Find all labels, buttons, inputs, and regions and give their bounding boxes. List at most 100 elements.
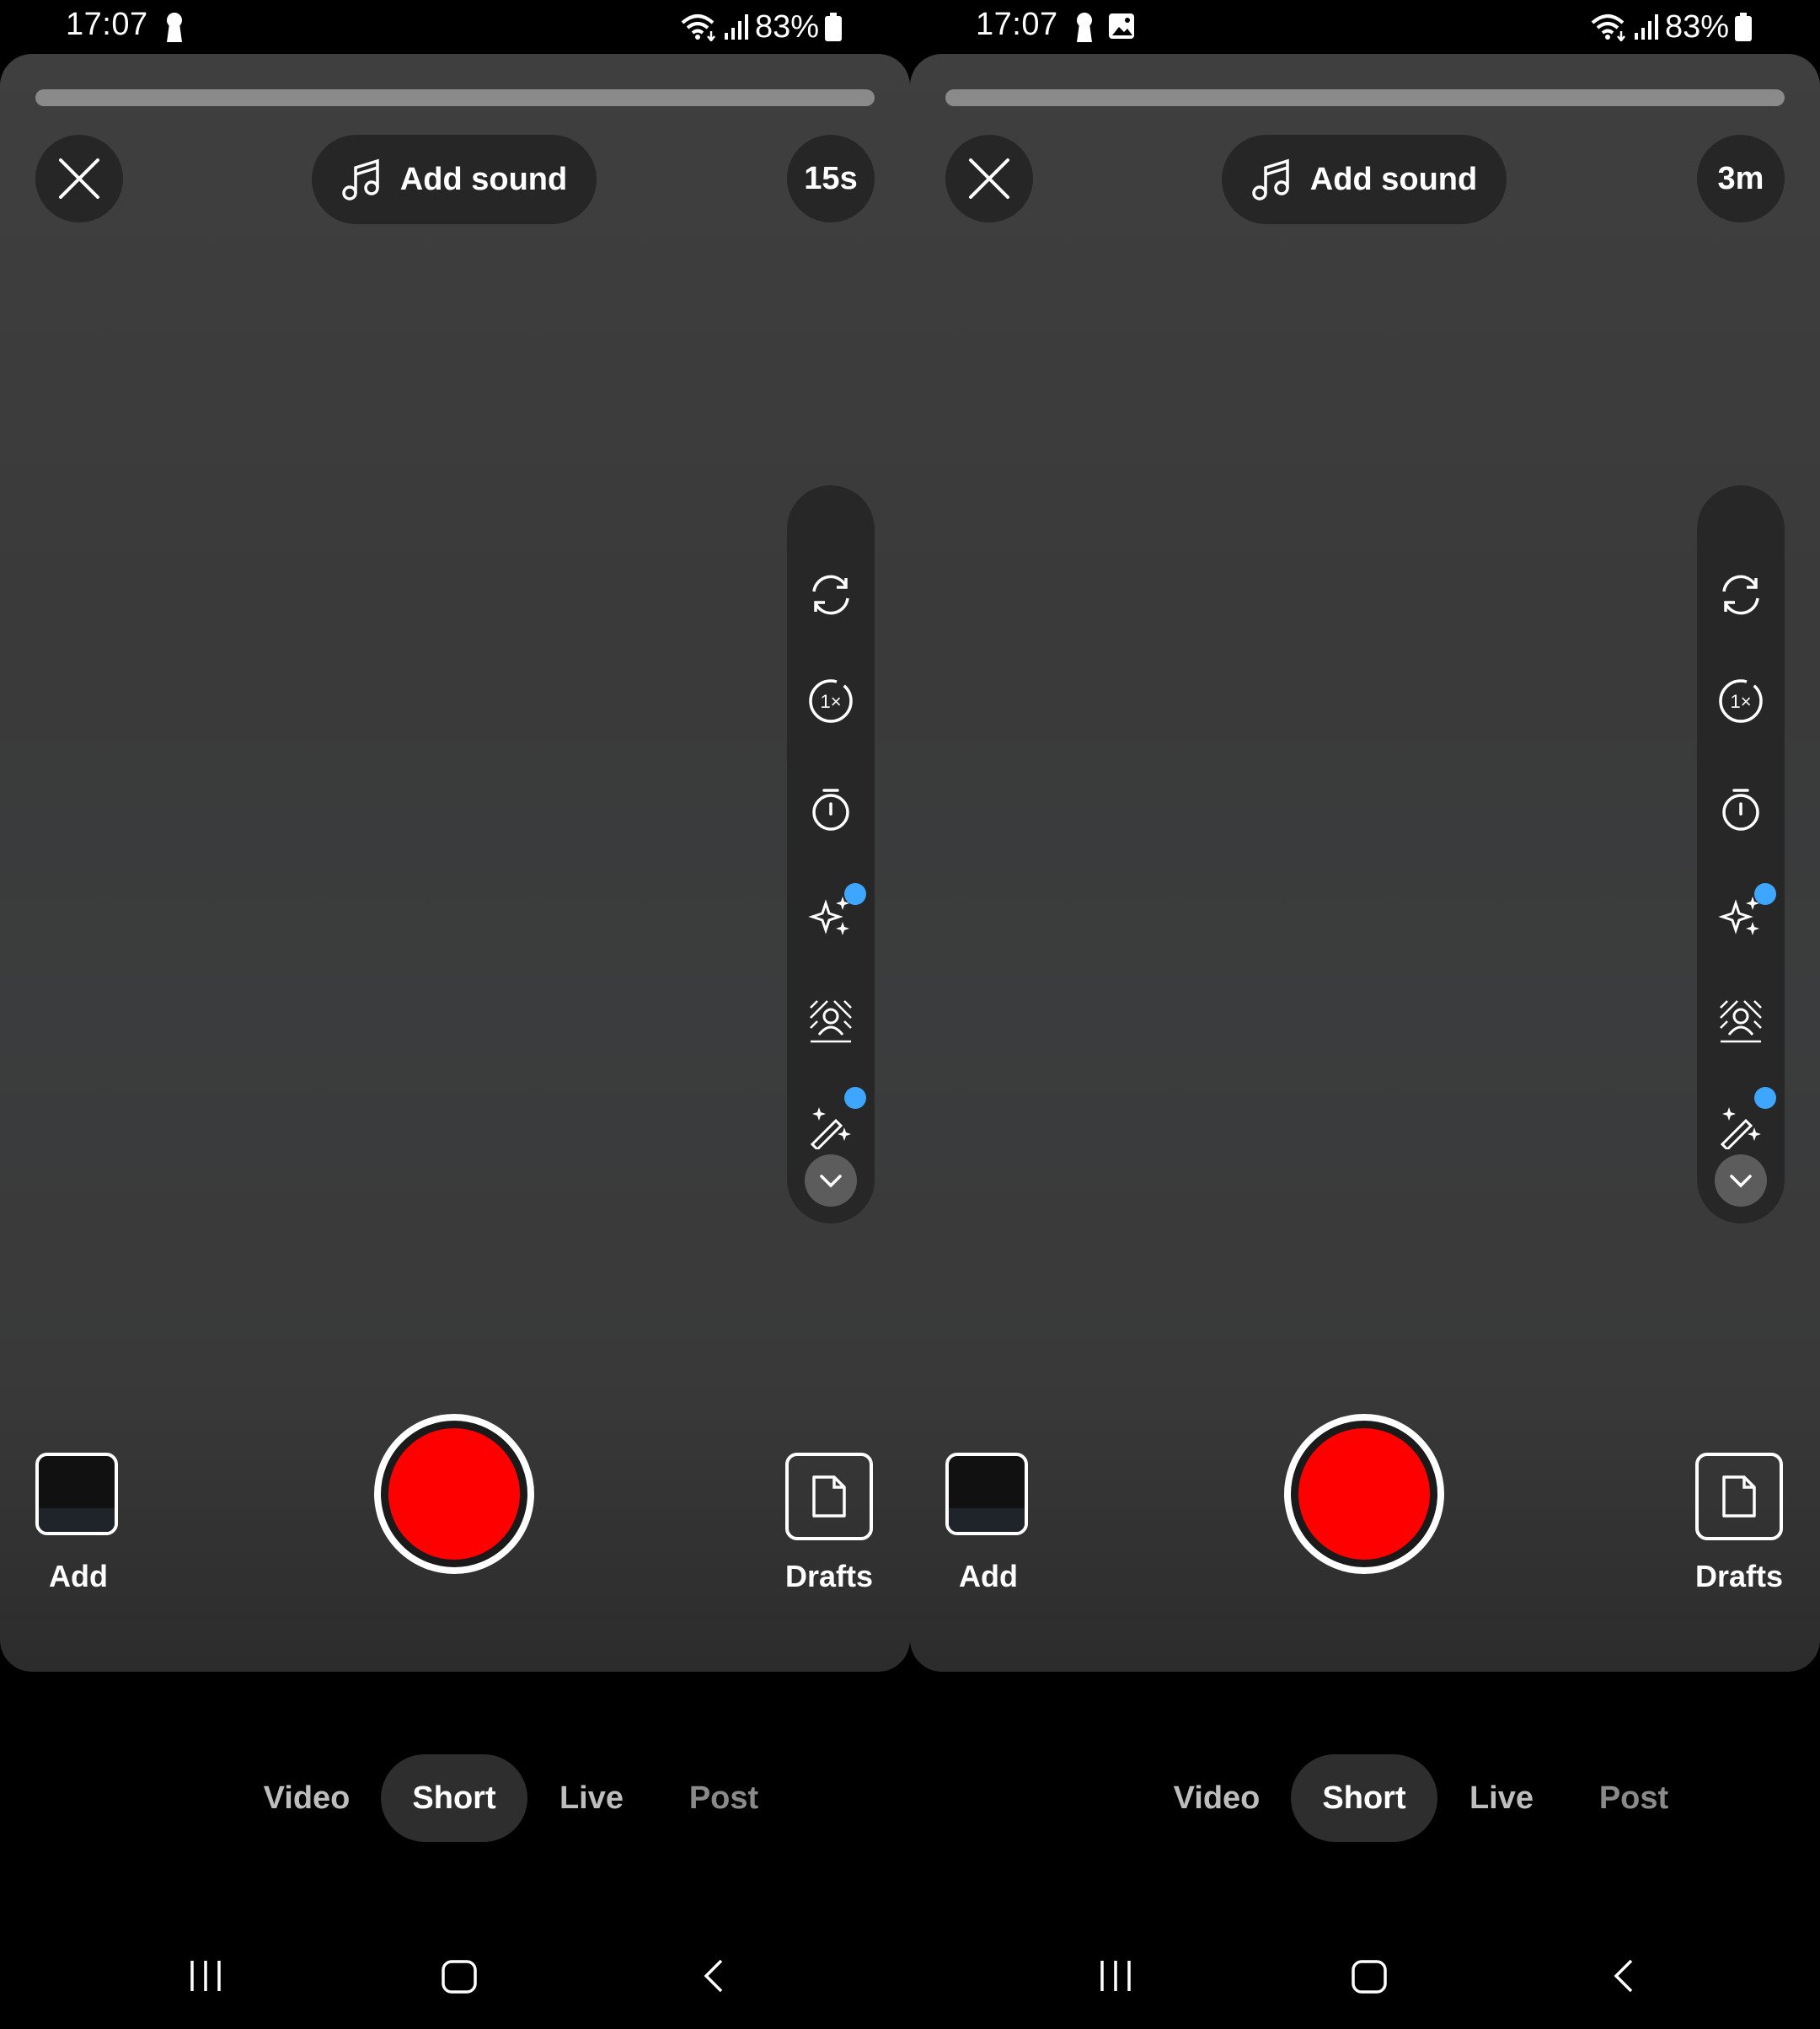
flip-camera-button[interactable] [1697, 561, 1785, 629]
collapse-tools-button[interactable] [805, 1154, 857, 1207]
green-screen-button[interactable] [787, 988, 875, 1055]
close-icon [969, 158, 1009, 199]
mode-post[interactable]: Post [1584, 1754, 1684, 1842]
mode-selector: Video Short Live Post [910, 1754, 1820, 1842]
gallery-thumbnail [949, 1508, 1025, 1532]
document-icon [1722, 1475, 1756, 1518]
document-icon [812, 1475, 846, 1518]
retouch-icon [810, 1107, 851, 1149]
record-indicator [388, 1428, 520, 1560]
mode-short[interactable]: Short [1291, 1754, 1437, 1842]
flip-camera-button[interactable] [787, 561, 875, 629]
wifi-icon [1591, 14, 1625, 41]
drafts-button[interactable] [1695, 1453, 1783, 1540]
status-time: 17:07 [976, 7, 1058, 42]
drafts-label: Drafts [784, 1559, 874, 1593]
record-button[interactable] [374, 1414, 534, 1574]
keyhole-notification-icon [167, 13, 182, 42]
status-right: 83% [1591, 7, 1753, 47]
system-navigation-bar [910, 1946, 1820, 2005]
home-icon [442, 1960, 477, 1994]
new-badge-dot [844, 1087, 866, 1109]
mode-short[interactable]: Short [381, 1754, 527, 1842]
chevron-down-icon [820, 1175, 842, 1188]
phone-screen-right: 17:07 83% Add sound 3m 1× Add Drafts Vid… [910, 0, 1820, 2029]
music-note-icon [342, 158, 379, 201]
green-screen-button[interactable] [1697, 988, 1785, 1055]
mode-selector: Video Short Live Post [0, 1754, 910, 1842]
duration-label: 3m [1717, 160, 1764, 196]
close-icon [59, 158, 99, 199]
back-icon [704, 1959, 723, 1993]
green-screen-icon [1720, 1000, 1762, 1043]
speed-button[interactable]: 1× [787, 667, 875, 735]
speed-button[interactable]: 1× [1697, 667, 1785, 735]
mode-video[interactable]: Video [1159, 1754, 1274, 1842]
recents-icon [1100, 1961, 1131, 1991]
duration-button[interactable]: 3m [1697, 135, 1785, 222]
svg-text:1×: 1× [820, 691, 841, 712]
status-time: 17:07 [66, 7, 148, 42]
recents-button[interactable] [172, 1946, 239, 2005]
speed-icon: 1× [1719, 679, 1763, 723]
phone-screen-left: 17:07 83% Add sound 15s 1× Add Drafts Vi… [0, 0, 910, 2029]
recents-icon [190, 1961, 221, 1991]
home-button[interactable] [426, 1946, 493, 2005]
mode-live[interactable]: Live [548, 1754, 635, 1842]
battery-icon [1735, 13, 1752, 41]
status-bar: 17:07 83% [0, 0, 910, 54]
duration-label: 15s [804, 160, 858, 196]
back-icon [1614, 1959, 1633, 1993]
system-navigation-bar [0, 1946, 910, 2005]
chevron-down-icon [1730, 1175, 1752, 1188]
add-sound-button[interactable]: Add sound [1222, 135, 1507, 224]
recents-button[interactable] [1082, 1946, 1149, 2005]
duration-button[interactable]: 15s [787, 135, 875, 222]
svg-text:1×: 1× [1730, 691, 1751, 712]
recording-progress-bar [945, 89, 1785, 106]
new-badge-dot [844, 883, 866, 905]
mode-video[interactable]: Video [249, 1754, 364, 1842]
back-button[interactable] [681, 1946, 748, 2005]
camera-tools-toolbar: 1× [1697, 485, 1785, 1223]
record-indicator [1298, 1428, 1430, 1560]
camera-viewfinder: Add sound 3m 1× Add Drafts [910, 54, 1820, 1672]
camera-tools-toolbar: 1× [787, 485, 875, 1223]
timer-icon [1722, 789, 1759, 831]
home-button[interactable] [1336, 1946, 1403, 2005]
new-badge-dot [1754, 1087, 1776, 1109]
gallery-notification-icon [1109, 13, 1134, 39]
drafts-button[interactable] [785, 1453, 873, 1540]
add-from-gallery-button[interactable] [945, 1453, 1028, 1535]
recording-progress-bar [35, 89, 875, 106]
back-button[interactable] [1591, 1946, 1658, 2005]
signal-icon [1634, 14, 1658, 40]
effects-button[interactable] [1697, 881, 1785, 949]
drafts-label: Drafts [1694, 1559, 1784, 1593]
mode-post[interactable]: Post [674, 1754, 774, 1842]
home-icon [1352, 1960, 1387, 1994]
collapse-tools-button[interactable] [1715, 1154, 1767, 1207]
flip-camera-icon [1722, 575, 1759, 615]
add-sound-label: Add sound [399, 161, 568, 197]
new-badge-dot [1754, 883, 1776, 905]
close-button[interactable] [35, 135, 123, 222]
close-button[interactable] [945, 135, 1033, 222]
wifi-icon [681, 14, 715, 41]
effects-button[interactable] [787, 881, 875, 949]
record-button[interactable] [1284, 1414, 1444, 1574]
retouch-button[interactable] [1697, 1087, 1785, 1159]
retouch-icon [1720, 1107, 1761, 1149]
music-note-icon [1252, 158, 1289, 201]
battery-percentage: 83% [754, 8, 819, 45]
flip-camera-icon [812, 575, 849, 615]
add-from-gallery-button[interactable] [35, 1453, 118, 1535]
add-sound-button[interactable]: Add sound [312, 135, 597, 224]
status-right: 83% [681, 7, 843, 47]
retouch-button[interactable] [787, 1087, 875, 1159]
timer-button[interactable] [1697, 775, 1785, 843]
timer-button[interactable] [787, 775, 875, 843]
mode-live[interactable]: Live [1458, 1754, 1545, 1842]
keyhole-notification-icon [1077, 13, 1092, 42]
battery-percentage: 83% [1664, 8, 1729, 45]
